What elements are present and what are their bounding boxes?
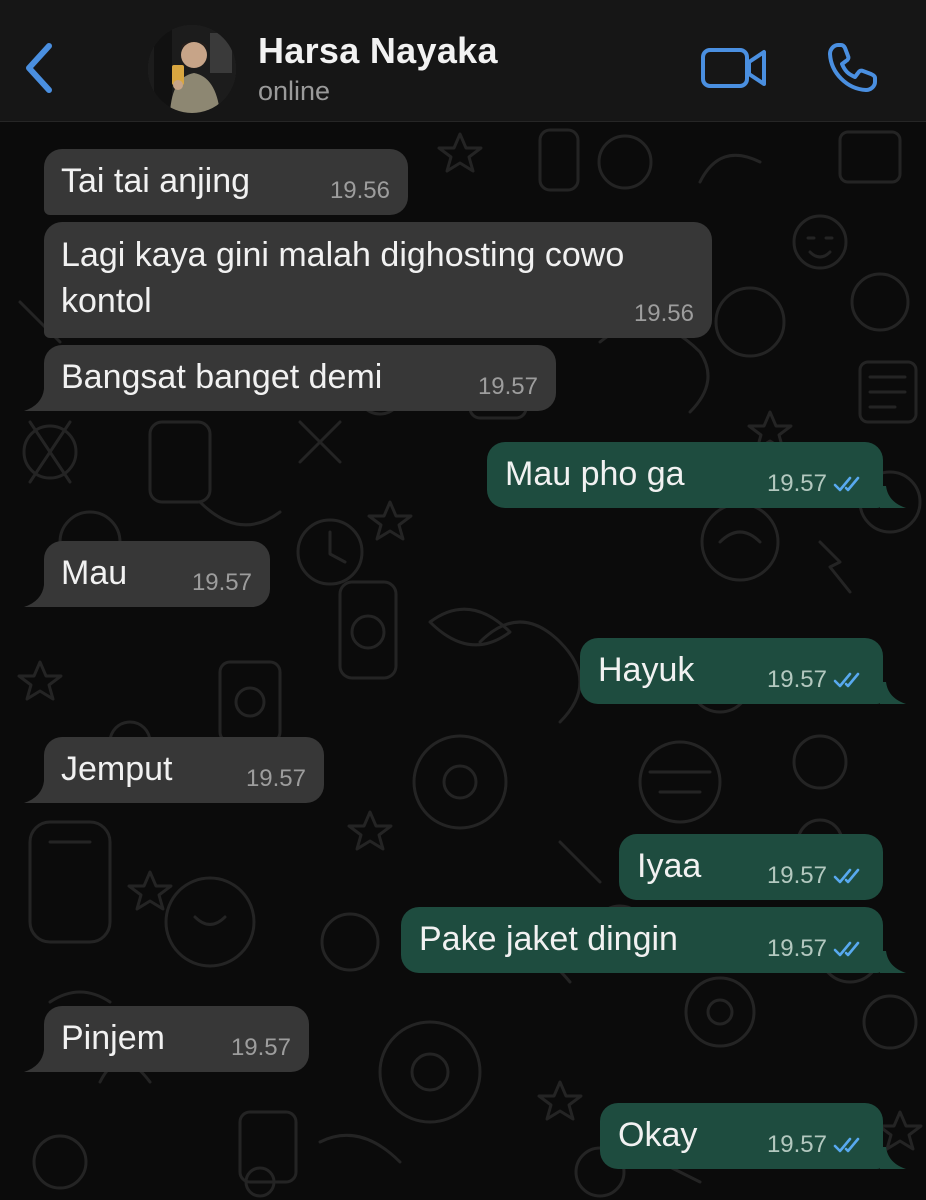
- message-time: 19.56: [329, 177, 390, 204]
- chevron-left-icon: [26, 43, 52, 93]
- phone-icon: [828, 43, 877, 92]
- message-bubble[interactable]: Pake jaket dingin 19.57: [401, 907, 883, 973]
- message-bubble[interactable]: Pinjem 19.57: [44, 1006, 309, 1072]
- bubble-tail: [880, 1147, 906, 1169]
- message-meta: 19.57: [767, 1131, 865, 1159]
- message-meta: 19.57: [478, 373, 538, 401]
- bubble-tail: [24, 781, 50, 803]
- message-text: Pinjem: [61, 1019, 165, 1057]
- message-text: Mau: [61, 554, 128, 592]
- bubble-tail: [24, 389, 50, 411]
- message-text: Jemput: [61, 750, 173, 788]
- message-time: 19.57: [191, 569, 252, 596]
- message-bubble[interactable]: Lagi kaya gini malah dighosting cowo kon…: [44, 222, 712, 338]
- bubble-tail: [880, 486, 906, 508]
- message-bubble[interactable]: Mau pho ga 19.57: [487, 442, 883, 508]
- message-meta: 19.57: [246, 765, 306, 793]
- message-text: Iyaa: [637, 847, 702, 885]
- contact-name[interactable]: Harsa Nayaka: [258, 30, 498, 72]
- bubble-tail: [24, 585, 50, 607]
- read-receipt-icon: [833, 476, 860, 492]
- message-bubble[interactable]: Bangsat banget demi 19.57: [44, 345, 556, 411]
- message-time: 19.57: [766, 1131, 827, 1158]
- voice-call-button[interactable]: [824, 40, 880, 96]
- video-camera-icon: [701, 48, 766, 88]
- message-meta: 19.57: [231, 1034, 291, 1062]
- back-button[interactable]: [16, 38, 60, 98]
- bubble-tail: [24, 1050, 50, 1072]
- message-meta: 19.57: [192, 569, 252, 597]
- message-time: 19.57: [230, 1034, 291, 1061]
- bubble-tail: [880, 951, 906, 973]
- message-time: 19.57: [766, 470, 827, 497]
- message-meta: 19.57: [767, 666, 865, 694]
- read-receipt-icon: [833, 941, 860, 957]
- message-text: Hayuk: [598, 651, 695, 689]
- message-meta: 19.57: [767, 862, 865, 890]
- message-text: Bangsat banget demi: [61, 358, 383, 396]
- message-time: 19.57: [766, 666, 827, 693]
- message-time: 19.57: [477, 373, 538, 400]
- video-call-button[interactable]: [700, 44, 768, 92]
- message-text: Mau pho ga: [505, 455, 685, 493]
- message-bubble[interactable]: Mau 19.57: [44, 541, 270, 607]
- message-meta: 19.57: [767, 935, 865, 963]
- message-bubble[interactable]: Tai tai anjing 19.56: [44, 149, 408, 215]
- message-meta: 19.56: [330, 177, 390, 205]
- message-time: 19.56: [633, 300, 694, 327]
- bubble-tail: [880, 682, 906, 704]
- message-meta: 19.57: [767, 470, 865, 498]
- message-meta: 19.56: [634, 300, 694, 328]
- message-time: 19.57: [766, 862, 827, 889]
- message-text: Pake jaket dingin: [419, 920, 678, 958]
- read-receipt-icon: [833, 672, 860, 688]
- message-bubble[interactable]: Okay 19.57: [600, 1103, 883, 1169]
- message-bubble[interactable]: Iyaa 19.57: [619, 834, 883, 900]
- message-text: Lagi kaya gini malah dighosting cowo kon…: [61, 236, 634, 320]
- chat-header: Harsa Nayaka online: [0, 0, 926, 122]
- message-text: Okay: [618, 1116, 698, 1154]
- message-text: Tai tai anjing: [61, 162, 251, 200]
- message-list[interactable]: Tai tai anjing 19.56 Lagi kaya gini mala…: [0, 122, 926, 1200]
- message-time: 19.57: [245, 765, 306, 792]
- avatar-photo: [148, 25, 236, 113]
- read-receipt-icon: [833, 868, 860, 884]
- contact-status: online: [258, 76, 331, 106]
- message-time: 19.57: [766, 935, 827, 962]
- read-receipt-icon: [833, 1137, 860, 1153]
- avatar[interactable]: [148, 25, 236, 113]
- message-bubble[interactable]: Jemput 19.57: [44, 737, 324, 803]
- message-bubble[interactable]: Hayuk 19.57: [580, 638, 883, 704]
